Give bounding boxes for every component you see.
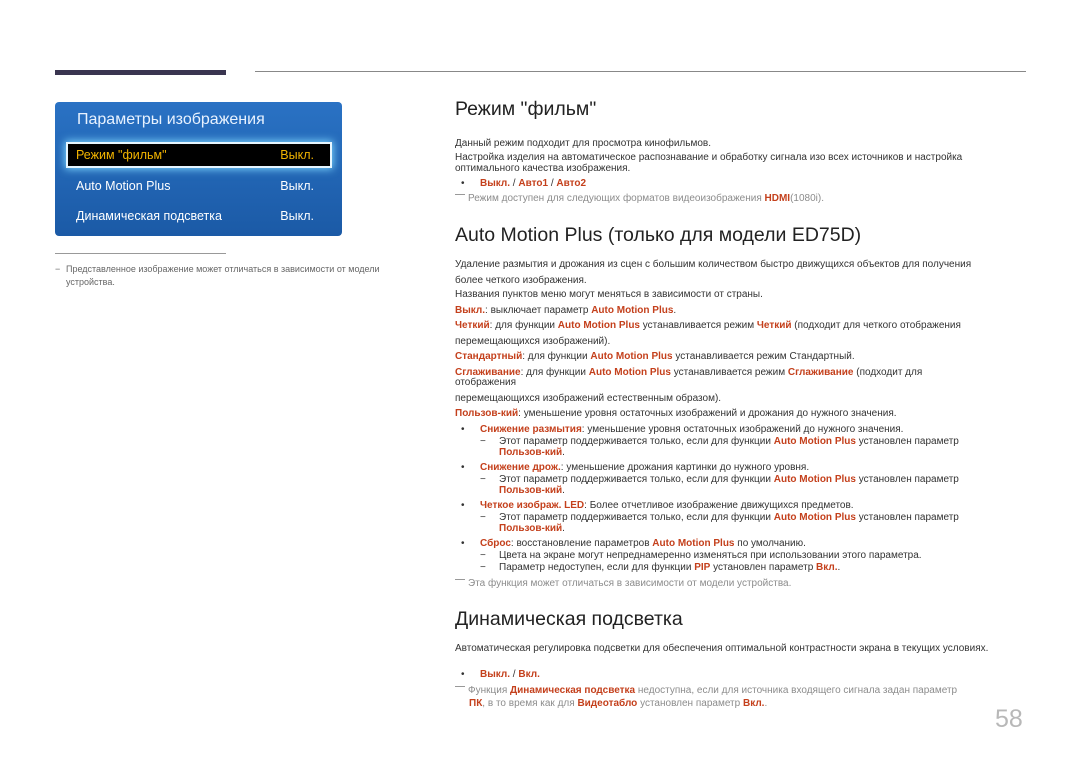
amp-desc: Удаление размытия и дрожания из сцен с б…	[455, 259, 972, 286]
amp-reset: Сброс: восстановление параметров Auto Mo…	[480, 538, 806, 549]
osd-item-value: Выкл.	[280, 148, 314, 162]
amp-standard: Стандартный: для функции Auto Motion Plu…	[455, 351, 855, 362]
heading-dynamic-backlight: Динамическая подсветка	[455, 608, 683, 630]
osd-item-label: Динамическая подсветка	[76, 209, 222, 223]
dash-marker: −	[480, 436, 486, 447]
page-number: 58	[995, 705, 1023, 733]
osd-item-auto-motion-plus[interactable]: Auto Motion Plus Выкл.	[68, 175, 330, 197]
osd-item-value: Выкл.	[280, 179, 314, 193]
bullet: •	[461, 462, 465, 473]
dash-marker: −	[480, 474, 486, 485]
amp-judder-reduction: Снижение дрож.: уменьшение дрожания карт…	[480, 462, 810, 473]
film-mode-note: Режим доступен для следующих форматов ви…	[455, 193, 1030, 204]
amp-clear-cont: перемещающихся изображений).	[455, 336, 611, 347]
dyn-note: Функция Динамическая подсветка недоступн…	[455, 684, 1030, 710]
header-rule	[255, 71, 1026, 72]
osd-item-dynamic-backlight[interactable]: Динамическая подсветка Выкл.	[68, 205, 330, 227]
amp-judder-note: Этот параметр поддерживается только, есл…	[499, 474, 959, 496]
heading-film-mode: Режим "фильм"	[455, 98, 597, 120]
film-mode-desc-2: Настройка изделия на автоматическое расп…	[455, 152, 963, 174]
osd-title: Параметры изображения	[77, 111, 265, 128]
dyn-options: Выкл. / Вкл.	[480, 669, 540, 680]
bullet: •	[461, 538, 465, 549]
left-note-divider	[55, 253, 226, 254]
osd-item-film-mode[interactable]: Режим "фильм" Выкл.	[68, 144, 330, 166]
left-note-text: Представленное изображение может отличат…	[66, 264, 380, 287]
dyn-desc: Автоматическая регулировка подсветки для…	[455, 643, 989, 654]
amp-smooth-cont-2: перемещающихся изображений естественным …	[455, 393, 722, 404]
amp-footnote: Эта функция может отличаться в зависимос…	[455, 578, 1030, 589]
film-mode-desc: Данный режим подходит для просмотра кино…	[455, 138, 712, 149]
amp-blur-reduction: Снижение размытия: уменьшение уровня ост…	[480, 424, 904, 435]
amp-led-note: Этот параметр поддерживается только, есл…	[499, 512, 959, 534]
header-accent-bar	[55, 70, 226, 75]
amp-desc-2: Названия пунктов меню могут меняться в з…	[455, 289, 763, 300]
amp-custom: Пользов-кий: уменьшение уровня остаточны…	[455, 408, 897, 419]
amp-off: Выкл.: выключает параметр Auto Motion Pl…	[455, 305, 677, 316]
amp-clear: Четкий: для функции Auto Motion Plus уст…	[455, 320, 961, 331]
heading-auto-motion-plus: Auto Motion Plus (только для модели ED75…	[455, 224, 862, 246]
amp-led-clear: Четкое изображ. LED: Более отчетливое из…	[480, 500, 854, 511]
osd-picture-menu: Параметры изображения Режим "фильм" Выкл…	[55, 102, 342, 236]
left-note: − Представленное изображение может отлич…	[55, 263, 420, 289]
amp-smooth-cont: отображения	[455, 377, 516, 388]
bullet: •	[461, 500, 465, 511]
osd-item-label: Auto Motion Plus	[76, 179, 171, 193]
film-mode-options: Выкл. / Авто1 / Авто2	[480, 178, 587, 189]
dash-marker: −	[480, 550, 486, 561]
dash-marker: −	[480, 562, 486, 573]
dash-marker: −	[480, 512, 486, 523]
osd-item-value: Выкл.	[280, 209, 314, 223]
bullet: •	[461, 178, 465, 189]
bullet: •	[461, 424, 465, 435]
dash-marker: −	[55, 264, 61, 274]
bullet: •	[461, 669, 465, 680]
amp-reset-note-1: Цвета на экране могут непреднамеренно из…	[499, 550, 922, 561]
amp-reset-note-2: Параметр недоступен, если для функции PI…	[499, 562, 841, 573]
amp-blur-note: Этот параметр поддерживается только, есл…	[499, 436, 959, 458]
osd-item-label: Режим "фильм"	[76, 148, 167, 162]
